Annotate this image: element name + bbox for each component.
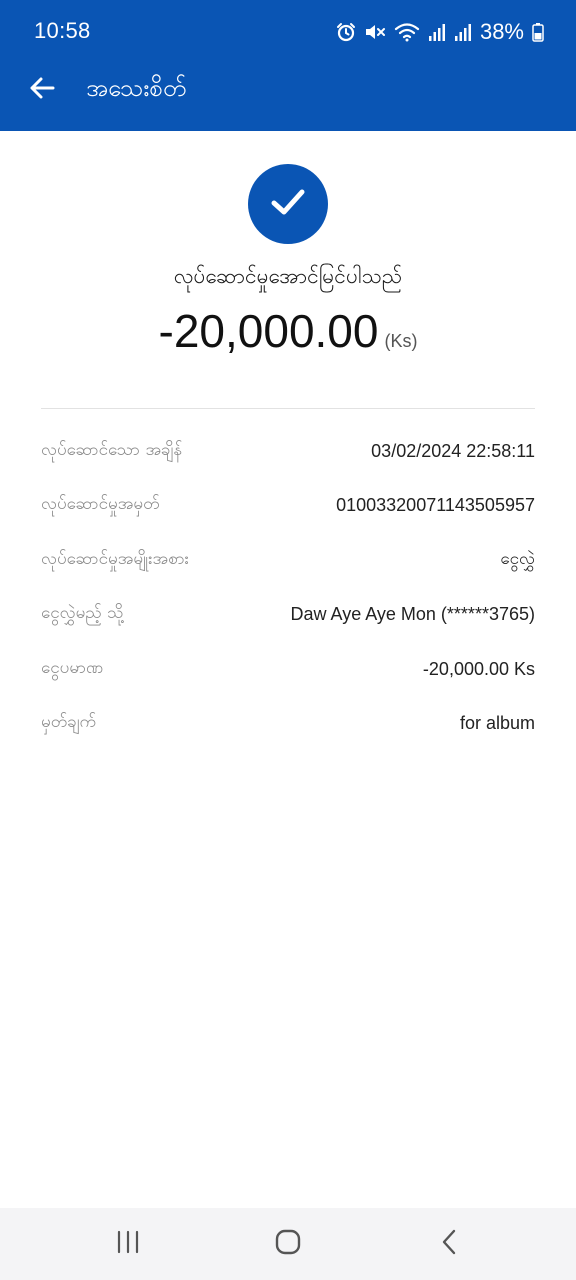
arrow-left-icon: [28, 74, 56, 106]
signal-icon: [428, 22, 446, 42]
recent-apps-icon: [115, 1229, 141, 1259]
detail-value: 01003320071143505957: [336, 495, 535, 516]
detail-value: 03/02/2024 22:58:11: [371, 440, 535, 461]
detail-label: လုပ်ဆောင်သော အချိန်: [41, 439, 183, 460]
detail-row-type: လုပ်ဆောင်မှုအမျိုးအစား ငွေလွှဲ: [41, 533, 535, 588]
status-icons: 38%: [336, 18, 544, 46]
divider: [41, 408, 535, 409]
page-title: အသေးစိတ်: [86, 74, 187, 102]
mute-icon: [364, 22, 386, 42]
detail-value: ငွေလွှဲ: [500, 548, 535, 569]
battery-percentage: 38%: [479, 19, 524, 44]
battery-icon: [532, 22, 544, 42]
detail-row-note: မှတ်ချက် for album: [41, 697, 535, 752]
transaction-details: လုပ်ဆောင်သော အချိန် 03/02/2024 22:58:11 …: [41, 424, 535, 751]
wifi-icon: [394, 22, 420, 42]
detail-row-amount: ငွေပမာဏ -20,000.00 Ks: [41, 642, 535, 697]
back-button[interactable]: [22, 70, 62, 110]
header: 10:58 38% အသေးစိတ်: [0, 0, 576, 131]
success-message: လုပ်ဆောင်မှုအောင်မြင်ပါသည်: [173, 264, 403, 288]
detail-row-time: လုပ်ဆောင်သော အချိန် 03/02/2024 22:58:11: [41, 424, 535, 479]
amount-row: -20,000.00 (Ks): [0, 303, 576, 359]
detail-value: -20,000.00 Ks: [422, 658, 535, 679]
status-bar: 10:58 38%: [0, 0, 576, 64]
detail-value: for album: [459, 713, 535, 734]
system-nav-bar: [0, 1208, 576, 1280]
detail-row-transaction-id: လုပ်ဆောင်မှုအမှတ် 01003320071143505957: [41, 479, 535, 534]
recent-apps-button[interactable]: [108, 1226, 148, 1262]
amount-value: -20,000.00: [158, 305, 379, 357]
detail-value: Daw Aye Aye Mon (******3765): [290, 604, 536, 625]
success-badge: [248, 164, 328, 244]
back-icon: [438, 1228, 462, 1260]
home-button[interactable]: [268, 1226, 308, 1262]
app-bar: အသေးစိတ်: [0, 64, 576, 131]
home-icon: [274, 1228, 302, 1260]
check-icon: [266, 180, 310, 228]
signal-icon: [454, 22, 472, 42]
system-back-button[interactable]: [430, 1226, 470, 1262]
alarm-icon: [336, 22, 356, 42]
detail-label: ငွေလွှဲမည့် သို့: [41, 603, 124, 624]
detail-label: မှတ်ချက်: [41, 712, 97, 733]
detail-label: လုပ်ဆောင်မှုအမှတ်: [41, 494, 160, 515]
detail-label: ငွေပမာဏ: [41, 657, 104, 678]
detail-label: လုပ်ဆောင်မှုအမျိုးအစား: [41, 548, 190, 569]
detail-row-recipient: ငွေလွှဲမည့် သို့ Daw Aye Aye Mon (******…: [41, 588, 535, 643]
status-time: 10:58: [34, 18, 91, 43]
amount-unit: (Ks): [384, 331, 418, 351]
